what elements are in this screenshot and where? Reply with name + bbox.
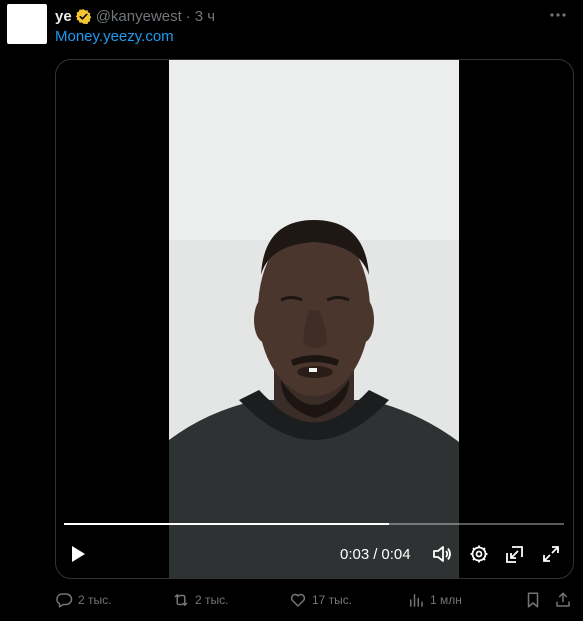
- video-time: 0:03 / 0:04: [340, 544, 411, 564]
- video-player[interactable]: 0:03 / 0:04: [55, 59, 574, 579]
- reply-icon: [56, 593, 73, 608]
- video-frame[interactable]: [169, 60, 459, 578]
- repost-icon: [174, 594, 188, 606]
- bookmark-button[interactable]: [524, 589, 542, 611]
- fullscreen-icon[interactable]: [541, 544, 561, 564]
- display-name[interactable]: ye: [55, 8, 72, 25]
- views-button[interactable]: 1 млн: [407, 589, 462, 611]
- share-button[interactable]: [554, 589, 572, 611]
- avatar[interactable]: [7, 4, 47, 44]
- current-time: 0:03: [340, 545, 370, 563]
- views-count: 1 млн: [430, 593, 462, 607]
- separator: ·: [185, 7, 191, 25]
- verified-badge-icon: [75, 8, 91, 24]
- video-thumbnail: [169, 60, 459, 578]
- tweet-header: ye @kanyewest · 3 ч: [55, 5, 215, 27]
- reply-count: 2 тыс.: [78, 593, 112, 607]
- timestamp[interactable]: 3 ч: [195, 8, 215, 25]
- like-button[interactable]: 17 тыс.: [289, 589, 352, 611]
- tweet-link[interactable]: Money.yeezy.com: [55, 28, 174, 45]
- views-chart-icon: [410, 594, 423, 607]
- repost-count: 2 тыс.: [195, 593, 229, 607]
- repost-button[interactable]: 2 тыс.: [172, 589, 228, 611]
- share-icon: [556, 592, 570, 607]
- time-divider: /: [373, 545, 378, 563]
- more-options-icon[interactable]: [548, 5, 568, 25]
- tweet-actions: 2 тыс. 2 тыс. 17 тыс. 1 млн: [55, 589, 573, 611]
- bookmark-icon: [527, 592, 539, 608]
- reply-button[interactable]: 2 тыс.: [55, 589, 111, 611]
- duration: 0:04: [381, 545, 411, 563]
- like-count: 17 тыс.: [312, 593, 353, 607]
- video-progress-bar[interactable]: [64, 523, 564, 525]
- picture-in-picture-icon[interactable]: [505, 544, 525, 564]
- play-icon[interactable]: [68, 544, 88, 564]
- video-progress-fill: [64, 523, 389, 525]
- volume-icon[interactable]: [432, 544, 452, 564]
- handle[interactable]: @kanyewest: [96, 8, 182, 25]
- settings-gear-icon[interactable]: [469, 544, 489, 564]
- heart-icon: [290, 593, 306, 607]
